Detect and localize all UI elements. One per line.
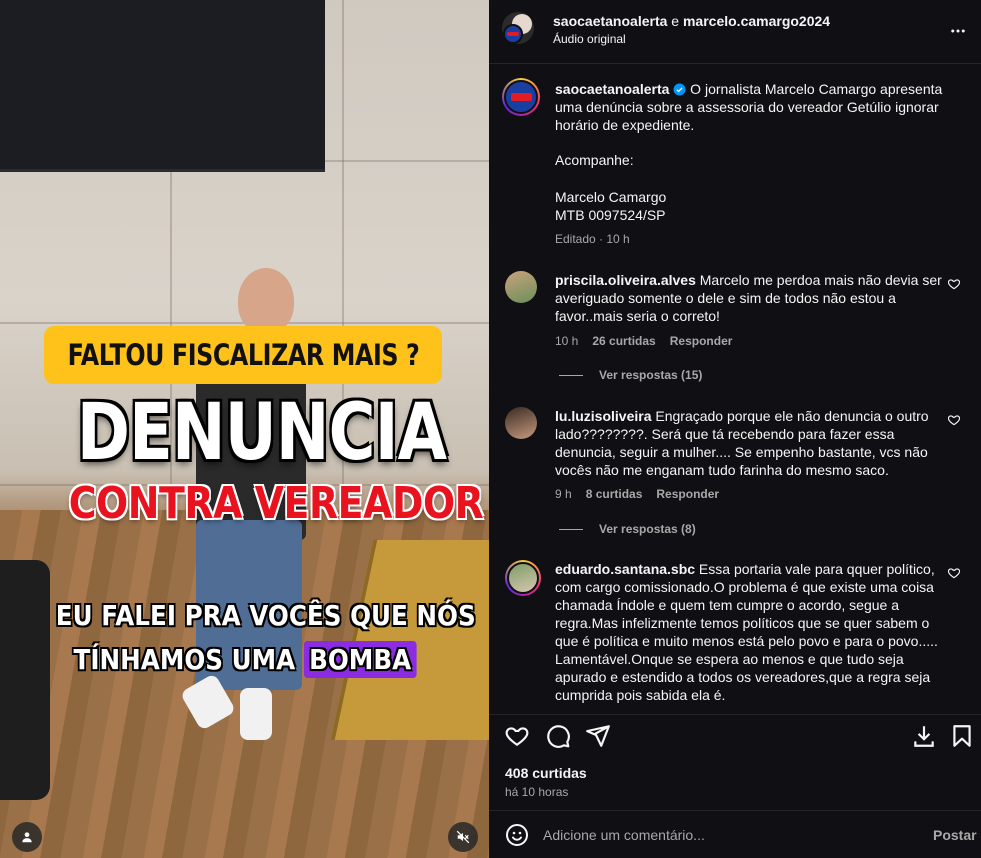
comment-username[interactable]: lu.luzisoliveira: [555, 408, 651, 424]
video-caption-prefix: TÍNHAMOS UMA: [73, 643, 304, 676]
video-top-banner: FALTOU FISCALIZAR MAIS ?: [44, 326, 442, 384]
download-button[interactable]: [911, 723, 937, 749]
post-caption-line4: MTB 0097524/SP: [555, 207, 666, 223]
like-button[interactable]: [504, 723, 530, 749]
comment-icon: [547, 725, 570, 748]
post-author-avatar[interactable]: [502, 78, 540, 116]
post-comment-button[interactable]: Postar: [933, 827, 977, 843]
reel-video[interactable]: FALTOU FISCALIZAR MAIS ? DENUNCIA CONTRA…: [0, 0, 489, 858]
header-joiner: e: [667, 13, 683, 29]
download-icon: [914, 726, 934, 747]
view-replies-label: Ver respostas (8): [599, 522, 696, 536]
comment-item: eduardo.santana.sbc Essa portaria vale p…: [505, 560, 965, 710]
audio-label[interactable]: Áudio original: [553, 32, 626, 46]
comment-likes[interactable]: 8 curtidas: [586, 487, 643, 501]
view-replies-label: Ver respostas (15): [599, 368, 703, 382]
action-bar: 408 curtidas há 10 horas: [489, 714, 981, 810]
header-user1[interactable]: saocaetanoalerta: [553, 13, 667, 29]
header-usernames: saocaetanoalerta e marcelo.camargo2024: [553, 12, 830, 30]
post-caption: saocaetanoalerta O jornalista Marcelo Ca…: [555, 80, 945, 134]
comment-text: lu.luzisoliveira Engraçado porque ele nã…: [555, 407, 945, 479]
post-caption-line3: Marcelo Camargo: [555, 189, 667, 205]
heart-icon: [505, 727, 529, 746]
more-horizontal-icon: [951, 29, 965, 33]
comment-time: 10 h: [555, 334, 579, 348]
comment-item: lu.luzisoliveira Engraçado porque ele nã…: [505, 407, 965, 537]
comment-text: priscila.oliveira.alves Marcelo me perdo…: [555, 271, 945, 325]
share-button[interactable]: [585, 723, 611, 749]
post-edited-time: Editado · 10 h: [555, 232, 630, 246]
comment-input[interactable]: [543, 825, 893, 845]
wall-tv: [0, 0, 325, 172]
comment-button[interactable]: [545, 723, 571, 749]
person-head: [238, 268, 294, 334]
comment-item: priscila.oliveira.alves Marcelo me perdo…: [505, 271, 965, 382]
video-caption-highlight: BOMBA: [303, 641, 417, 678]
likes-count[interactable]: 408 curtidas: [505, 765, 587, 781]
logo-avatar: [504, 80, 538, 114]
add-comment-bar: Postar: [489, 810, 981, 858]
post-side-panel: saocaetanoalerta e marcelo.camargo2024 Á…: [489, 0, 981, 858]
user-icon: [22, 832, 32, 843]
heart-icon[interactable]: [947, 277, 961, 291]
verified-badge-icon: [673, 83, 686, 96]
save-button[interactable]: [949, 723, 975, 749]
avatar[interactable]: [502, 12, 534, 44]
header-user2[interactable]: marcelo.camargo2024: [683, 13, 830, 29]
comment-meta: 10 h 26 curtidas Responder: [555, 334, 746, 348]
post-time: há 10 horas: [505, 785, 569, 799]
comment-meta: 9 h 8 curtidas Responder: [555, 487, 733, 501]
heart-icon[interactable]: [947, 566, 961, 580]
view-replies-button[interactable]: Ver respostas (8): [559, 522, 696, 536]
heart-icon[interactable]: [947, 413, 961, 427]
comment-body: Essa portaria vale para qquer político, …: [555, 561, 938, 703]
tagged-users-button[interactable]: [12, 822, 42, 852]
video-caption-line2: TÍNHAMOS UMA BOMBA: [56, 638, 434, 682]
person-shoe: [240, 688, 272, 740]
post-header: saocaetanoalerta e marcelo.camargo2024 Á…: [489, 0, 981, 64]
comment-text: eduardo.santana.sbc Essa portaria vale p…: [555, 560, 945, 704]
post-caption-line2: Acompanhe:: [555, 152, 634, 168]
share-icon: [586, 725, 610, 747]
emoji-button[interactable]: [505, 823, 529, 847]
bookmark-icon: [953, 725, 971, 747]
commenter-avatar[interactable]: [505, 560, 541, 596]
reply-button[interactable]: Responder: [670, 334, 733, 348]
view-replies-button[interactable]: Ver respostas (15): [559, 368, 702, 382]
video-caption-line1: EU FALEI PRA VOCÊS QUE NÓS: [55, 599, 476, 632]
video-subheadline: CONTRA VEREADOR: [68, 478, 484, 529]
commenter-avatar[interactable]: [505, 407, 537, 439]
video-headline: DENUNCIA: [76, 388, 447, 478]
commenter-avatar[interactable]: [505, 271, 537, 303]
reply-button[interactable]: Responder: [656, 487, 719, 501]
video-caption: EU FALEI PRA VOCÊS QUE NÓS TÍNHAMOS UMA …: [55, 594, 476, 682]
post-author-username[interactable]: saocaetanoalerta: [555, 81, 669, 97]
comment-username[interactable]: eduardo.santana.sbc: [555, 561, 695, 577]
comment-time: 9 h: [555, 487, 572, 501]
chair: [0, 560, 50, 800]
comment-username[interactable]: priscila.oliveira.alves: [555, 272, 696, 288]
more-options-button[interactable]: [949, 22, 967, 40]
comment-likes[interactable]: 26 curtidas: [592, 334, 655, 348]
avatar-primary: [503, 24, 523, 44]
video-top-banner-text: FALTOU FISCALIZAR MAIS ?: [67, 338, 419, 372]
muted-speaker-icon: [456, 830, 470, 844]
mute-button[interactable]: [448, 822, 478, 852]
emoji-icon: [506, 824, 528, 846]
commenter-photo: [507, 562, 539, 594]
